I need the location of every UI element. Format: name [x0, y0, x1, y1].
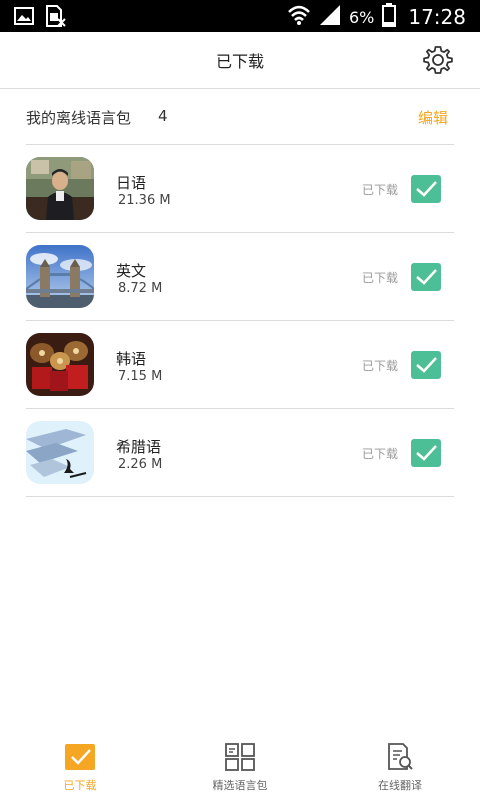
- english-thumbnail: [26, 245, 94, 308]
- header: 已下载: [0, 32, 480, 89]
- language-name: 英文: [116, 262, 147, 280]
- checkmark-icon: [416, 357, 437, 373]
- checkmark-icon: [416, 445, 437, 461]
- sim-notification-icon: [44, 5, 66, 31]
- battery-icon: [382, 3, 397, 31]
- list-item[interactable]: 日语 21.36 M 已下载: [26, 145, 454, 233]
- download-status: 已下载: [361, 183, 398, 197]
- summary-label: 我的离线语言包: [26, 109, 132, 127]
- signal-icon: [319, 4, 341, 30]
- download-status: 已下载: [361, 447, 398, 461]
- download-check-icon: [65, 744, 95, 770]
- bottom-nav: 已下载 精选语言包 在线翻译: [0, 736, 480, 800]
- language-name: 日语: [116, 174, 147, 192]
- settings-gear-icon[interactable]: [422, 44, 454, 76]
- tab-label: 精选语言包: [212, 779, 268, 792]
- japanese-thumbnail: [26, 157, 94, 220]
- status-bar: 6% 17:28: [0, 0, 480, 32]
- wifi-icon: [287, 4, 311, 30]
- checkmark-icon: [416, 269, 437, 285]
- image-notification-icon: [14, 7, 34, 29]
- grid-icon: [225, 743, 255, 771]
- tab-online-translate[interactable]: 在线翻译: [340, 742, 460, 793]
- file-size: 21.36 M: [118, 193, 171, 208]
- download-status: 已下载: [361, 271, 398, 285]
- edit-button[interactable]: 编辑: [418, 107, 448, 128]
- list-item[interactable]: 英文 8.72 M 已下载: [26, 233, 454, 321]
- page-title: 已下载: [215, 52, 264, 71]
- tab-featured-packs[interactable]: 精选语言包: [180, 742, 300, 793]
- battery-percent: 6%: [348, 7, 375, 27]
- translate-doc-icon: [388, 743, 413, 770]
- checkmark-icon: [416, 181, 437, 197]
- download-status: 已下载: [361, 359, 398, 373]
- checkbox-checked[interactable]: [411, 351, 441, 379]
- list-item[interactable]: 希腊语 2.26 M 已下载: [26, 409, 454, 497]
- tab-label: 已下载: [63, 779, 97, 792]
- tab-label: 在线翻译: [378, 779, 422, 792]
- greek-thumbnail: [26, 421, 94, 484]
- file-size: 2.26 M: [118, 457, 163, 472]
- offline-packs-summary: 我的离线语言包 4 编辑: [26, 88, 454, 145]
- file-size: 8.72 M: [118, 281, 163, 296]
- list-item[interactable]: 韩语 7.15 M 已下载: [26, 321, 454, 409]
- korean-thumbnail: [26, 333, 94, 396]
- language-name: 希腊语: [116, 438, 162, 456]
- clock: 17:28: [408, 5, 466, 29]
- file-size: 7.15 M: [118, 369, 163, 384]
- pack-count: 4: [158, 107, 168, 125]
- language-pack-list: 日语 21.36 M 已下载 英文 8.72 M 已下载 韩语 7.15 M 已…: [26, 145, 454, 497]
- checkbox-checked[interactable]: [411, 439, 441, 467]
- tab-downloaded[interactable]: 已下载: [20, 742, 140, 793]
- language-name: 韩语: [116, 350, 147, 368]
- checkbox-checked[interactable]: [411, 175, 441, 203]
- checkbox-checked[interactable]: [411, 263, 441, 291]
